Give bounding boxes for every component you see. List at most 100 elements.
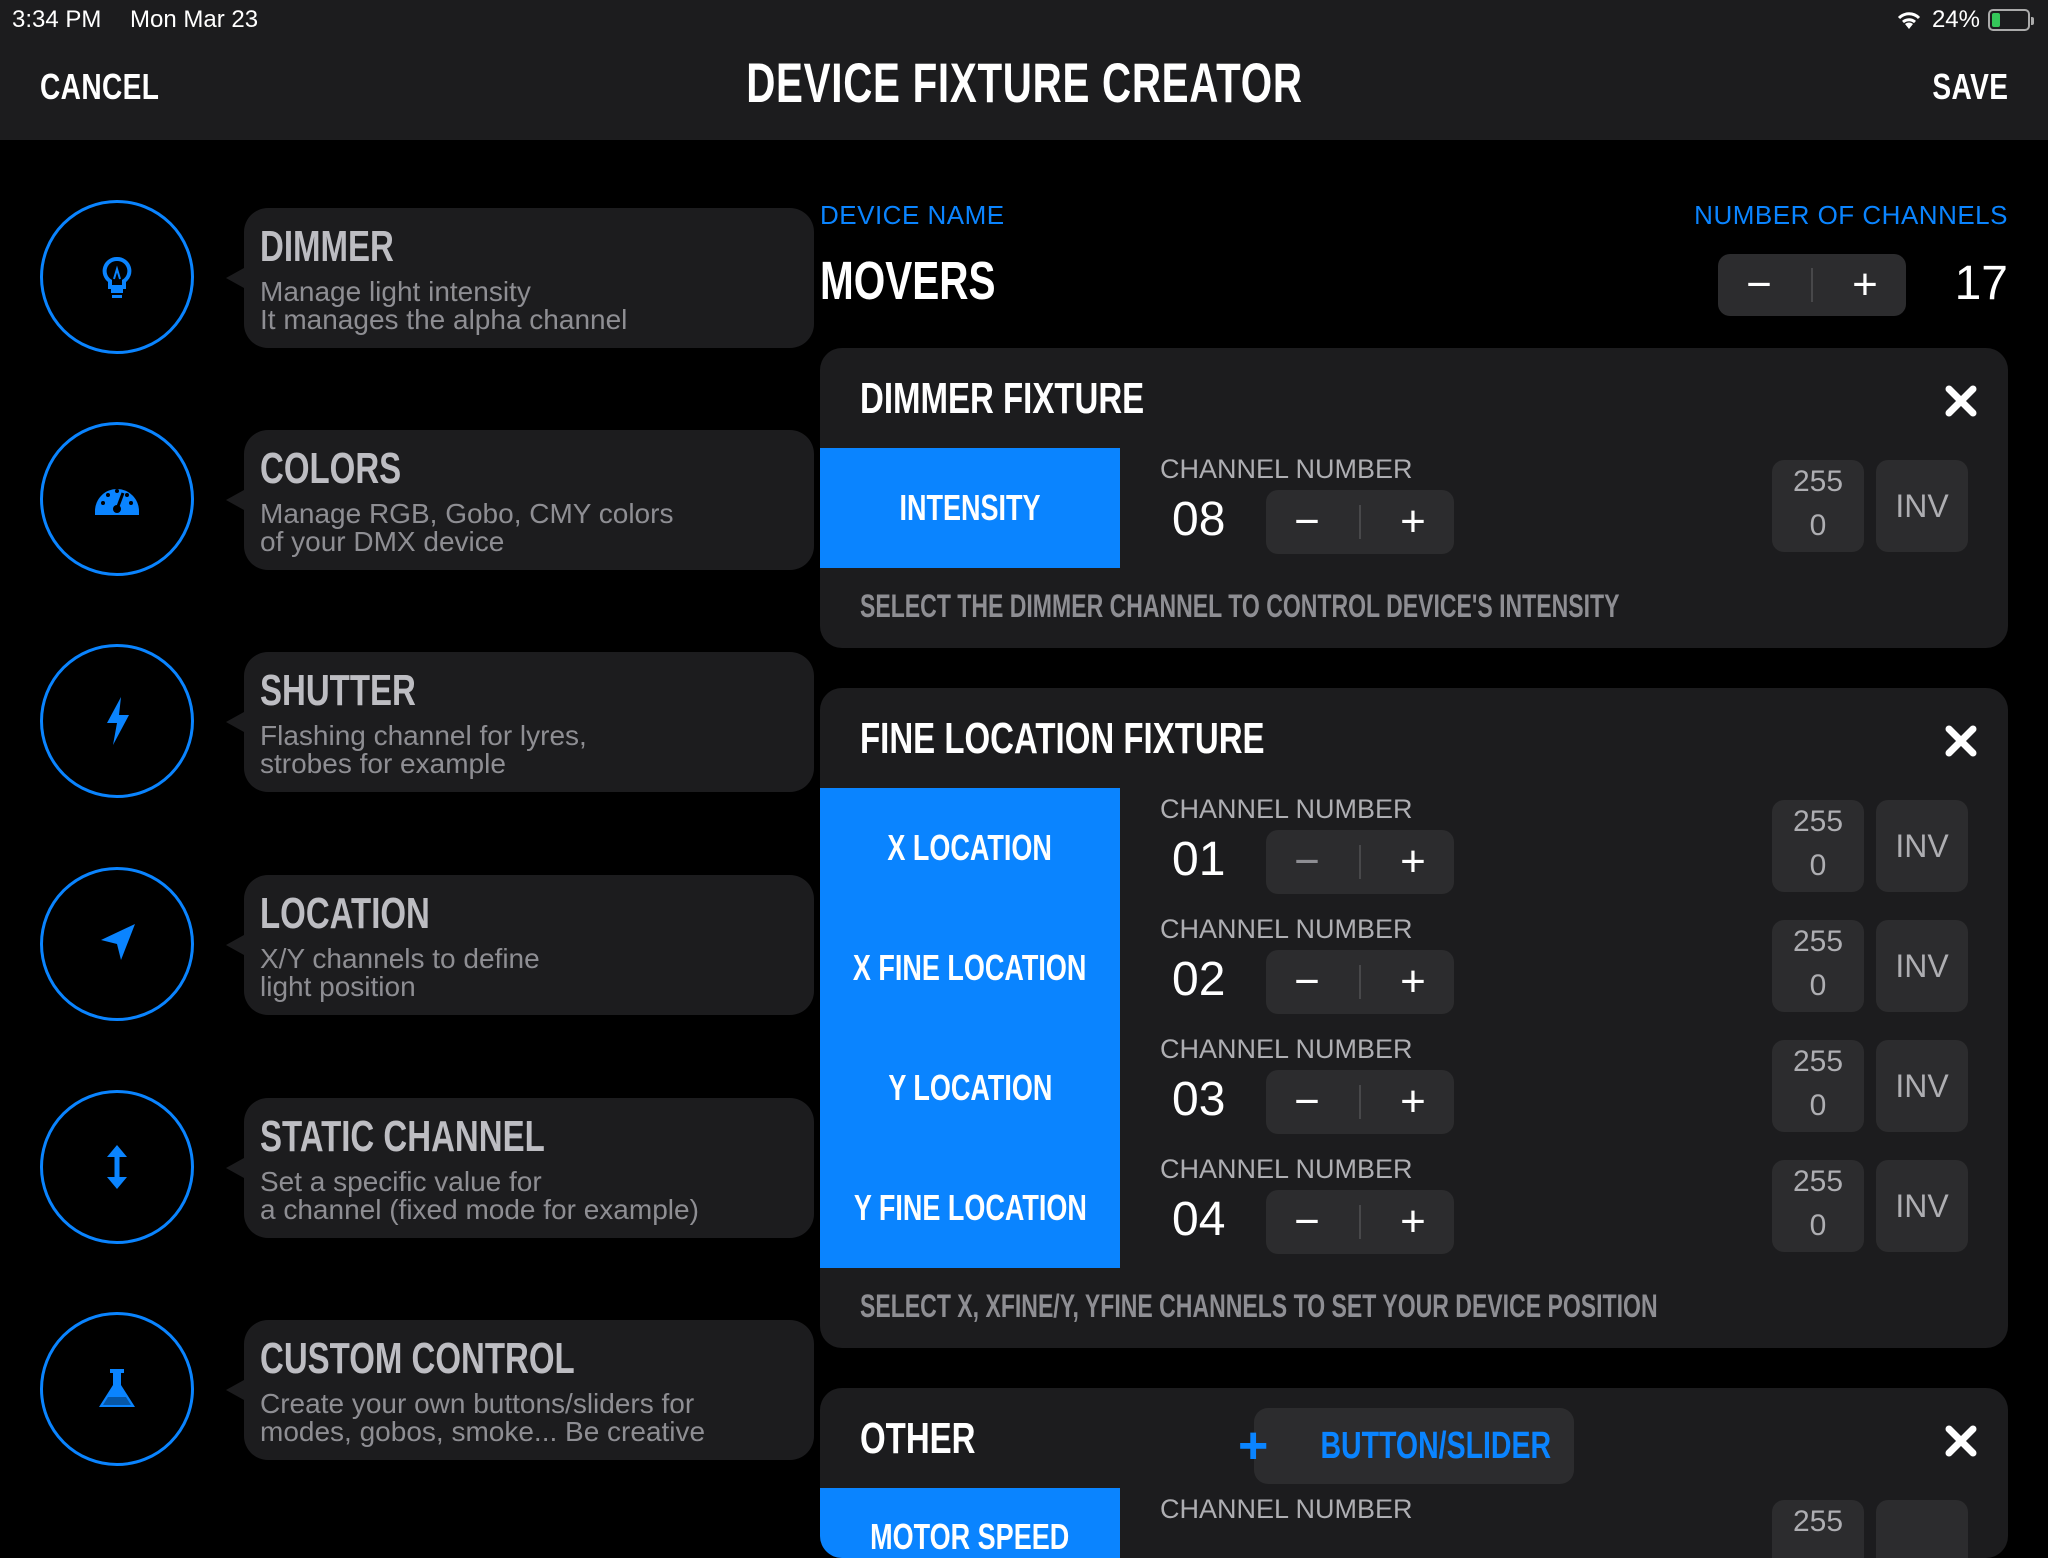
stepper-divider [1359, 1085, 1361, 1119]
channel-row: CHANNEL NUMBER 08 − + 255 0 INV [1160, 448, 1980, 568]
channel-increment-button[interactable]: + [1383, 1080, 1443, 1124]
range-max: 255 [1792, 925, 1844, 958]
invert-button[interactable]: INV [1876, 460, 1968, 552]
gauge-icon [95, 489, 139, 515]
sidebar-item-title: CUSTOM CONTROL [260, 1334, 575, 1383]
channels-count: 17 [1954, 257, 2008, 310]
invert-button[interactable]: INV [1876, 1160, 1968, 1252]
page-title-text: DEVICE FIXTURE CREATOR [745, 51, 1303, 114]
stepper-divider [1359, 845, 1361, 879]
range-button[interactable]: 255 0 [1772, 800, 1864, 892]
channel-stepper[interactable]: − + [1266, 950, 1454, 1014]
channel-number-label: CHANNEL NUMBER [1160, 794, 1413, 824]
range-max: 255 [1792, 1505, 1844, 1538]
channel-stepper[interactable]: − + [1266, 830, 1454, 894]
card-title: OTHER [860, 1414, 976, 1463]
location-arrow-icon [101, 924, 135, 960]
channel-row: CHANNEL NUMBER 02 − + 255 0 INV [1160, 908, 1980, 1028]
page-title: DEVICE FIXTURE CREATOR [0, 50, 2048, 115]
card-title: DIMMER FIXTURE [860, 374, 1145, 423]
range-max: 255 [1792, 1165, 1844, 1198]
wifi-icon [1897, 12, 1921, 29]
channel-increment-button[interactable]: + [1383, 840, 1443, 884]
fixture-channel-name-text: INTENSITY [899, 487, 1041, 528]
static-channel-circle-button[interactable] [40, 1090, 194, 1244]
fixture-hint: SELECT X, XFINE/Y, YFINE CHANNELS TO SET… [860, 1288, 1658, 1324]
sidebar-item-shutter[interactable]: SHUTTER Flashing channel for lyres, stro… [40, 644, 814, 804]
sidebar-item-title: DIMMER [260, 222, 394, 271]
close-icon[interactable] [1938, 1418, 1984, 1464]
channels-decrement-button[interactable]: − [1729, 263, 1789, 307]
channel-number-label: CHANNEL NUMBER [1160, 1034, 1413, 1064]
sidebar-item-colors[interactable]: COLORS Manage RGB, Gobo, CMY colors of y… [40, 422, 814, 582]
range-min: 0 [1809, 1209, 1827, 1242]
colors-circle-button[interactable] [40, 422, 194, 576]
sidebar-item-desc: Create your own buttons/sliders for mode… [260, 1388, 706, 1447]
channel-number-label: CHANNEL NUMBER [1160, 1154, 1413, 1184]
channel-increment-button[interactable]: + [1383, 960, 1443, 1004]
channels-stepper[interactable]: − + [1718, 254, 1906, 316]
sidebar-item-desc: Flashing channel for lyres, strobes for … [260, 720, 587, 779]
static-channel-description-bubble: STATIC CHANNEL Set a specific value for … [226, 1098, 814, 1238]
dimmer-fixture-card: DIMMER FIXTURE INTENSITY CHANNEL NUMBER … [820, 348, 2008, 648]
fixture-hint: SELECT THE DIMMER CHANNEL TO CONTROL DEV… [860, 588, 1620, 624]
channel-stepper[interactable]: − + [1266, 490, 1454, 554]
invert-button[interactable]: INV [1876, 920, 1968, 1012]
range-button[interactable]: 255 0 [1772, 1040, 1864, 1132]
channel-increment-button[interactable]: + [1383, 1200, 1443, 1244]
colors-description-bubble: COLORS Manage RGB, Gobo, CMY colors of y… [226, 430, 814, 570]
range-button[interactable]: 255 0 [1772, 920, 1864, 1012]
range-min: 0 [1809, 509, 1827, 542]
sidebar-item-dimmer[interactable]: DIMMER Manage light intensity It manages… [40, 200, 814, 360]
fixture-channel-names: INTENSITY [820, 448, 1120, 568]
fixture-channel-name[interactable]: X LOCATION [820, 788, 1120, 908]
invert-button[interactable]: INV [1876, 800, 1968, 892]
add-button-slider-button[interactable]: + BUTTON/SLIDER [1238, 1408, 1574, 1484]
card-title: FINE LOCATION FIXTURE [860, 714, 1265, 763]
channel-row: CHANNEL NUMBER 04 − + 255 0 INV [1160, 1148, 1980, 1268]
channel-decrement-button[interactable]: − [1277, 960, 1337, 1004]
sidebar-item-desc: X/Y channels to define light position [260, 943, 540, 1002]
channel-decrement-button[interactable]: − [1277, 840, 1337, 884]
channel-stepper[interactable]: − + [1266, 1070, 1454, 1134]
fixture-channel-name[interactable]: Y FINE LOCATION [820, 1148, 1120, 1268]
location-circle-button[interactable] [40, 867, 194, 1021]
channel-decrement-button[interactable]: − [1277, 500, 1337, 544]
fixture-channel-name-text: X FINE LOCATION [853, 947, 1087, 988]
shutter-circle-button[interactable] [40, 644, 194, 798]
range-button[interactable]: 255 0 [1772, 460, 1864, 552]
fixture-channel-name-text: Y FINE LOCATION [853, 1187, 1087, 1228]
sidebar-item-title: SHUTTER [260, 666, 416, 715]
channel-number-value: 02 [1172, 953, 1226, 1006]
fixture-channel-name[interactable]: Y LOCATION [820, 1028, 1120, 1148]
sidebar-item-custom-control[interactable]: CUSTOM CONTROL Create your own buttons/s… [40, 1312, 814, 1472]
fixture-channel-name[interactable]: INTENSITY [820, 448, 1120, 568]
channel-stepper[interactable]: − + [1266, 1190, 1454, 1254]
range-button[interactable]: 255 0 [1772, 1160, 1864, 1252]
invert-button[interactable] [1876, 1500, 1968, 1558]
custom-control-circle-button[interactable] [40, 1312, 194, 1466]
channel-decrement-button[interactable]: − [1277, 1080, 1337, 1124]
close-icon[interactable] [1938, 718, 1984, 764]
channel-row: CHANNEL NUMBER 03 − + 255 0 INV [1160, 1028, 1980, 1148]
dimmer-circle-button[interactable] [40, 200, 194, 354]
sidebar-item-location[interactable]: LOCATION X/Y channels to define light po… [40, 867, 814, 1027]
add-button-label: BUTTON/SLIDER [1320, 1424, 1552, 1467]
channel-increment-button[interactable]: + [1383, 500, 1443, 544]
sidebar-item-static-channel[interactable]: STATIC CHANNEL Set a specific value for … [40, 1090, 814, 1250]
channels-increment-button[interactable]: + [1835, 263, 1895, 307]
save-button[interactable]: SAVE [1932, 66, 2008, 108]
sidebar-item-desc: Manage light intensity It manages the al… [260, 276, 628, 335]
channel-number-value: 04 [1172, 1193, 1226, 1246]
fixture-channel-name[interactable]: X FINE LOCATION [820, 908, 1120, 1028]
channel-number-label: CHANNEL NUMBER [1160, 1494, 1413, 1524]
sidebar-item-desc: Manage RGB, Gobo, CMY colors of your DMX… [260, 498, 674, 557]
close-icon[interactable] [1938, 378, 1984, 424]
range-button[interactable]: 255 [1772, 1500, 1864, 1558]
channel-number-value: 03 [1172, 1073, 1226, 1126]
device-name-field[interactable]: MOVERS [820, 250, 996, 312]
fixture-channel-name[interactable]: MOTOR SPEED [820, 1488, 1120, 1558]
channel-row: CHANNEL NUMBER 01 − + 255 0 INV [1160, 788, 1980, 908]
invert-button[interactable]: INV [1876, 1040, 1968, 1132]
channel-decrement-button[interactable]: − [1277, 1200, 1337, 1244]
